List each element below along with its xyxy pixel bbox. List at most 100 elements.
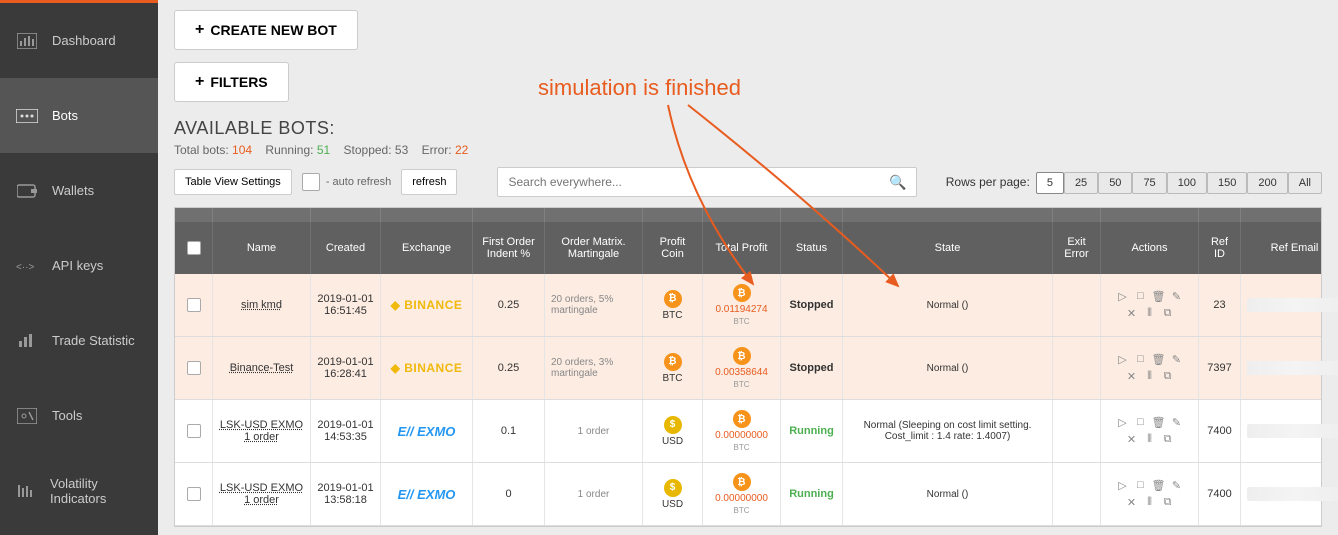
total-value: 104 bbox=[232, 143, 252, 157]
stop-icon[interactable]: □ bbox=[1134, 416, 1148, 429]
stop-icon[interactable]: □ bbox=[1134, 479, 1148, 492]
running-value: 51 bbox=[317, 143, 330, 157]
status-cell: Running bbox=[781, 463, 843, 525]
rows-per-page-50[interactable]: 50 bbox=[1098, 172, 1132, 194]
table-view-settings-button[interactable]: Table View Settings bbox=[174, 169, 292, 195]
play-icon[interactable]: ▷ bbox=[1116, 353, 1130, 366]
trash-icon[interactable]: 🗑 bbox=[1152, 416, 1166, 429]
actions-cell: ▷ □ 🗑 ✎ ✕ ⫴ ⧉ bbox=[1101, 463, 1199, 525]
stats-icon bbox=[16, 333, 38, 349]
state-cell: Normal () bbox=[843, 274, 1053, 336]
matrix-cell: 20 orders, 3% martingale bbox=[545, 337, 643, 399]
api-icon: <··> bbox=[16, 259, 38, 273]
edit-icon[interactable]: ✎ bbox=[1170, 353, 1184, 366]
column-header[interactable]: Profit Coin bbox=[643, 222, 703, 274]
column-header[interactable]: Ref ID bbox=[1199, 222, 1241, 274]
play-icon[interactable]: ▷ bbox=[1116, 290, 1130, 303]
rows-per-page-5[interactable]: 5 bbox=[1036, 172, 1064, 194]
close-icon[interactable]: ✕ bbox=[1125, 496, 1139, 509]
rows-per-page-25[interactable]: 25 bbox=[1064, 172, 1098, 194]
sidebar-item-dashboard[interactable]: Dashboard bbox=[0, 3, 158, 78]
search-input[interactable] bbox=[508, 175, 889, 189]
copy-icon[interactable]: ⧉ bbox=[1161, 370, 1175, 383]
column-header[interactable]: Exit Error bbox=[1053, 222, 1101, 274]
bot-name-link[interactable]: Binance-Test bbox=[230, 362, 294, 374]
total-profit-cell: ₿0.00358644BTC bbox=[703, 337, 781, 399]
column-header[interactable]: Name bbox=[213, 222, 311, 274]
close-icon[interactable]: ✕ bbox=[1125, 370, 1139, 383]
column-header[interactable]: First Order Indent % bbox=[473, 222, 545, 274]
error-label: Error: bbox=[422, 143, 452, 157]
search-icon: 🔍 bbox=[889, 174, 906, 191]
row-checkbox[interactable] bbox=[187, 487, 201, 501]
edit-icon[interactable]: ✎ bbox=[1170, 290, 1184, 303]
chart-icon[interactable]: ⫴ bbox=[1143, 307, 1157, 320]
edit-icon[interactable]: ✎ bbox=[1170, 416, 1184, 429]
bot-name-link[interactable]: sim kmd bbox=[241, 299, 282, 311]
rows-per-page-label: Rows per page: bbox=[946, 175, 1030, 189]
profit-coin-cell: $USD bbox=[643, 463, 703, 525]
copy-icon[interactable]: ⧉ bbox=[1161, 433, 1175, 446]
annotation-text: simulation is finished bbox=[538, 75, 741, 101]
edit-icon[interactable]: ✎ bbox=[1170, 479, 1184, 492]
stop-icon[interactable]: □ bbox=[1134, 290, 1148, 303]
rows-per-page-200[interactable]: 200 bbox=[1247, 172, 1287, 194]
copy-icon[interactable]: ⧉ bbox=[1161, 307, 1175, 320]
column-header[interactable]: Ref Email bbox=[1241, 222, 1338, 274]
close-icon[interactable]: ✕ bbox=[1125, 307, 1139, 320]
refid-cell: 7400 bbox=[1199, 463, 1241, 525]
filters-label: FILTERS bbox=[210, 74, 267, 90]
bot-name-link[interactable]: LSK-USD EXMO 1 order bbox=[219, 482, 304, 506]
chart-icon[interactable]: ⫴ bbox=[1143, 370, 1157, 383]
ref-email-cell bbox=[1241, 274, 1338, 336]
column-header[interactable]: Order Matrix. Martingale bbox=[545, 222, 643, 274]
created-cell: 2019-01-0116:28:41 bbox=[311, 337, 381, 399]
column-header[interactable] bbox=[175, 222, 213, 274]
sidebar-item-volatility[interactable]: Volatility Indicators bbox=[0, 453, 158, 528]
chart-icon[interactable]: ⫴ bbox=[1143, 433, 1157, 446]
volatility-icon bbox=[16, 483, 36, 499]
column-header[interactable]: Total Profit bbox=[703, 222, 781, 274]
row-checkbox[interactable] bbox=[187, 298, 201, 312]
trash-icon[interactable]: 🗑 bbox=[1152, 479, 1166, 492]
create-new-bot-button[interactable]: + CREATE NEW BOT bbox=[174, 10, 358, 50]
rows-per-page-All[interactable]: All bbox=[1288, 172, 1322, 194]
search-input-wrap: 🔍 bbox=[497, 167, 917, 197]
row-checkbox[interactable] bbox=[187, 361, 201, 375]
sidebar-item-wallets[interactable]: Wallets bbox=[0, 153, 158, 228]
stop-icon[interactable]: □ bbox=[1134, 353, 1148, 366]
sidebar-item-label: Tools bbox=[52, 408, 82, 423]
play-icon[interactable]: ▷ bbox=[1116, 479, 1130, 492]
total-profit-cell: ₿0.00000000BTC bbox=[703, 463, 781, 525]
bots-table: NameCreatedExchangeFirst Order Indent %O… bbox=[174, 207, 1322, 527]
column-header[interactable]: Exchange bbox=[381, 222, 473, 274]
play-icon[interactable]: ▷ bbox=[1116, 416, 1130, 429]
column-header[interactable]: Created bbox=[311, 222, 381, 274]
column-header[interactable]: Status bbox=[781, 222, 843, 274]
sidebar-item-apikeys[interactable]: <··> API keys bbox=[0, 228, 158, 303]
filters-button[interactable]: + FILTERS bbox=[174, 62, 289, 102]
rows-per-page-150[interactable]: 150 bbox=[1207, 172, 1247, 194]
sidebar-item-stats[interactable]: Trade Statistic bbox=[0, 303, 158, 378]
sidebar-item-bots[interactable]: Bots bbox=[0, 78, 158, 153]
rows-per-page-100[interactable]: 100 bbox=[1167, 172, 1207, 194]
table-row: LSK-USD EXMO 1 order2019-01-0114:53:35E/… bbox=[175, 400, 1321, 463]
chart-icon[interactable]: ⫴ bbox=[1143, 496, 1157, 509]
auto-refresh-checkbox[interactable] bbox=[302, 173, 320, 191]
row-checkbox[interactable] bbox=[187, 424, 201, 438]
trash-icon[interactable]: 🗑 bbox=[1152, 290, 1166, 303]
copy-icon[interactable]: ⧉ bbox=[1161, 496, 1175, 509]
refresh-button[interactable]: refresh bbox=[401, 169, 457, 195]
select-all-checkbox[interactable] bbox=[187, 241, 201, 255]
column-header[interactable]: Actions bbox=[1101, 222, 1199, 274]
sidebar-item-tools[interactable]: Tools bbox=[0, 378, 158, 453]
close-icon[interactable]: ✕ bbox=[1125, 433, 1139, 446]
refid-cell: 23 bbox=[1199, 274, 1241, 336]
trash-icon[interactable]: 🗑 bbox=[1152, 353, 1166, 366]
total-label: Total bots: bbox=[174, 143, 229, 157]
bot-name-link[interactable]: LSK-USD EXMO 1 order bbox=[219, 419, 304, 443]
sidebar: Dashboard Bots Wallets <··> API keys Tra… bbox=[0, 0, 158, 535]
column-header[interactable]: State bbox=[843, 222, 1053, 274]
rows-per-page: Rows per page: 5255075100150200All bbox=[946, 175, 1322, 189]
rows-per-page-75[interactable]: 75 bbox=[1132, 172, 1166, 194]
